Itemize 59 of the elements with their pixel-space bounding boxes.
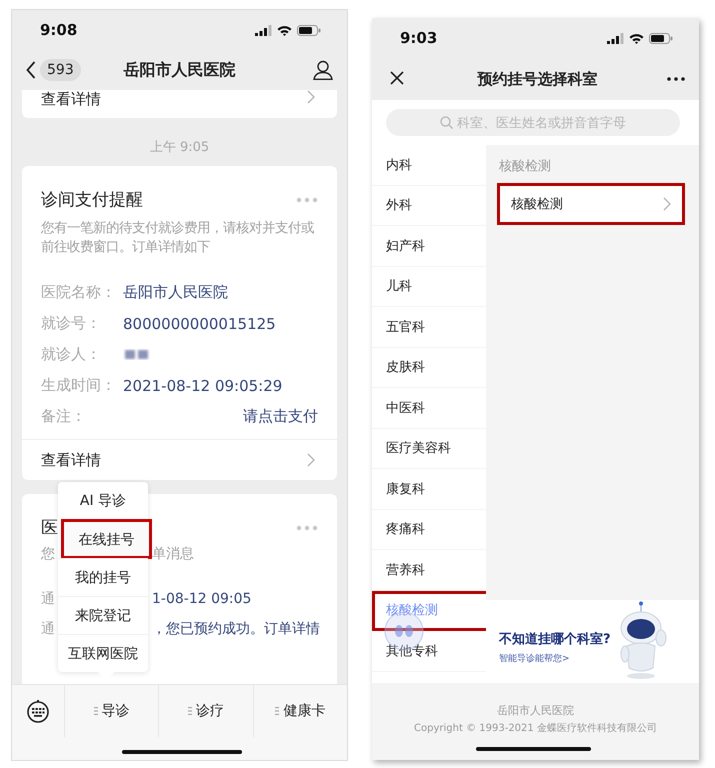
field-value: ，您已预约成功。订单详情 — [152, 620, 320, 638]
view-details-link[interactable]: 查看详情 — [41, 90, 101, 109]
page-title: 岳阳市人民医院 — [124, 60, 236, 80]
card-description: 单消息 — [152, 545, 194, 563]
blurred-name — [123, 348, 151, 361]
search-icon — [440, 116, 453, 129]
more-icon[interactable] — [667, 77, 685, 81]
menu-lines-icon — [275, 707, 280, 715]
page-title: 预约挂号选择科室 — [478, 70, 598, 88]
card-description: 您有一笔新的待支付就诊费用，请核对并支付或前往收费窗口。订单详情如下 — [41, 220, 315, 257]
field-label: 通 — [41, 620, 56, 638]
field-value: 8000000000015125 — [123, 314, 276, 332]
menu-tab[interactable]: 诊疗 — [158, 685, 253, 737]
status-time: 9:03 — [400, 29, 438, 47]
unread-count-badge: 593 — [40, 59, 81, 81]
signal-icon — [255, 24, 272, 36]
banner-title: 不知道挂哪个科室? — [499, 630, 611, 648]
pay-link[interactable]: 请点击支付 — [243, 407, 318, 426]
footer-text: 岳阳市人民医院 — [497, 703, 574, 718]
field-label: 生成时间： — [41, 376, 117, 395]
menu-lines-icon — [94, 707, 98, 715]
battery-icon — [649, 32, 673, 44]
message-time: 上午 9:05 — [150, 139, 210, 156]
guide-banner[interactable]: 不知道挂哪个科室? 智能导诊能帮您> — [486, 600, 699, 683]
field-label: 备注： — [41, 407, 87, 426]
wifi-icon — [277, 24, 292, 36]
section-title: 核酸检测 — [498, 158, 552, 176]
chevron-right-icon — [307, 90, 315, 104]
wifi-icon — [629, 32, 644, 44]
back-icon[interactable] — [26, 61, 36, 79]
field-label: 就诊号： — [41, 314, 102, 333]
card-description: 您 — [41, 545, 56, 563]
field-label: 医院名称： — [41, 283, 117, 302]
menu-tab[interactable]: 导诊 — [64, 685, 158, 737]
copyright-text: Copyright © 1993-2021 金蝶医疗软件科技有限公司 — [414, 722, 657, 735]
status-time: 9:08 — [40, 21, 78, 39]
field-value: 岳阳市人民医院 — [123, 283, 228, 302]
menu-tab[interactable]: 健康卡 — [252, 685, 347, 737]
sub-department-item[interactable]: 核酸检测 — [499, 185, 683, 223]
field-value: 1-08-12 09:05 — [152, 591, 252, 607]
keyboard-icon[interactable] — [26, 699, 50, 723]
battery-icon — [297, 24, 321, 36]
view-details-link[interactable]: 查看详情 — [41, 450, 101, 470]
close-icon[interactable] — [390, 70, 404, 84]
card-title: 诊间支付提醒 — [41, 189, 143, 211]
banner-link[interactable]: 智能导诊能帮您> — [499, 652, 570, 665]
signal-icon — [607, 32, 624, 44]
person-icon[interactable] — [313, 60, 333, 80]
popup-menu-item[interactable]: 我的挂号 — [58, 558, 148, 596]
popup-menu-item[interactable]: AI 导诊 — [58, 482, 148, 520]
popup-menu-item[interactable]: 来院登记 — [58, 596, 148, 634]
chevron-right-icon — [307, 453, 315, 467]
popup-menu-item[interactable]: 在线挂号 — [62, 520, 151, 558]
card-title: 医 — [41, 517, 58, 539]
field-label: 通 — [41, 590, 56, 608]
field-label: 就诊人： — [41, 345, 102, 364]
field-value: 2021-08-12 09:05:29 — [123, 376, 282, 394]
menu-lines-icon — [188, 707, 192, 715]
chevron-right-icon — [663, 197, 671, 211]
